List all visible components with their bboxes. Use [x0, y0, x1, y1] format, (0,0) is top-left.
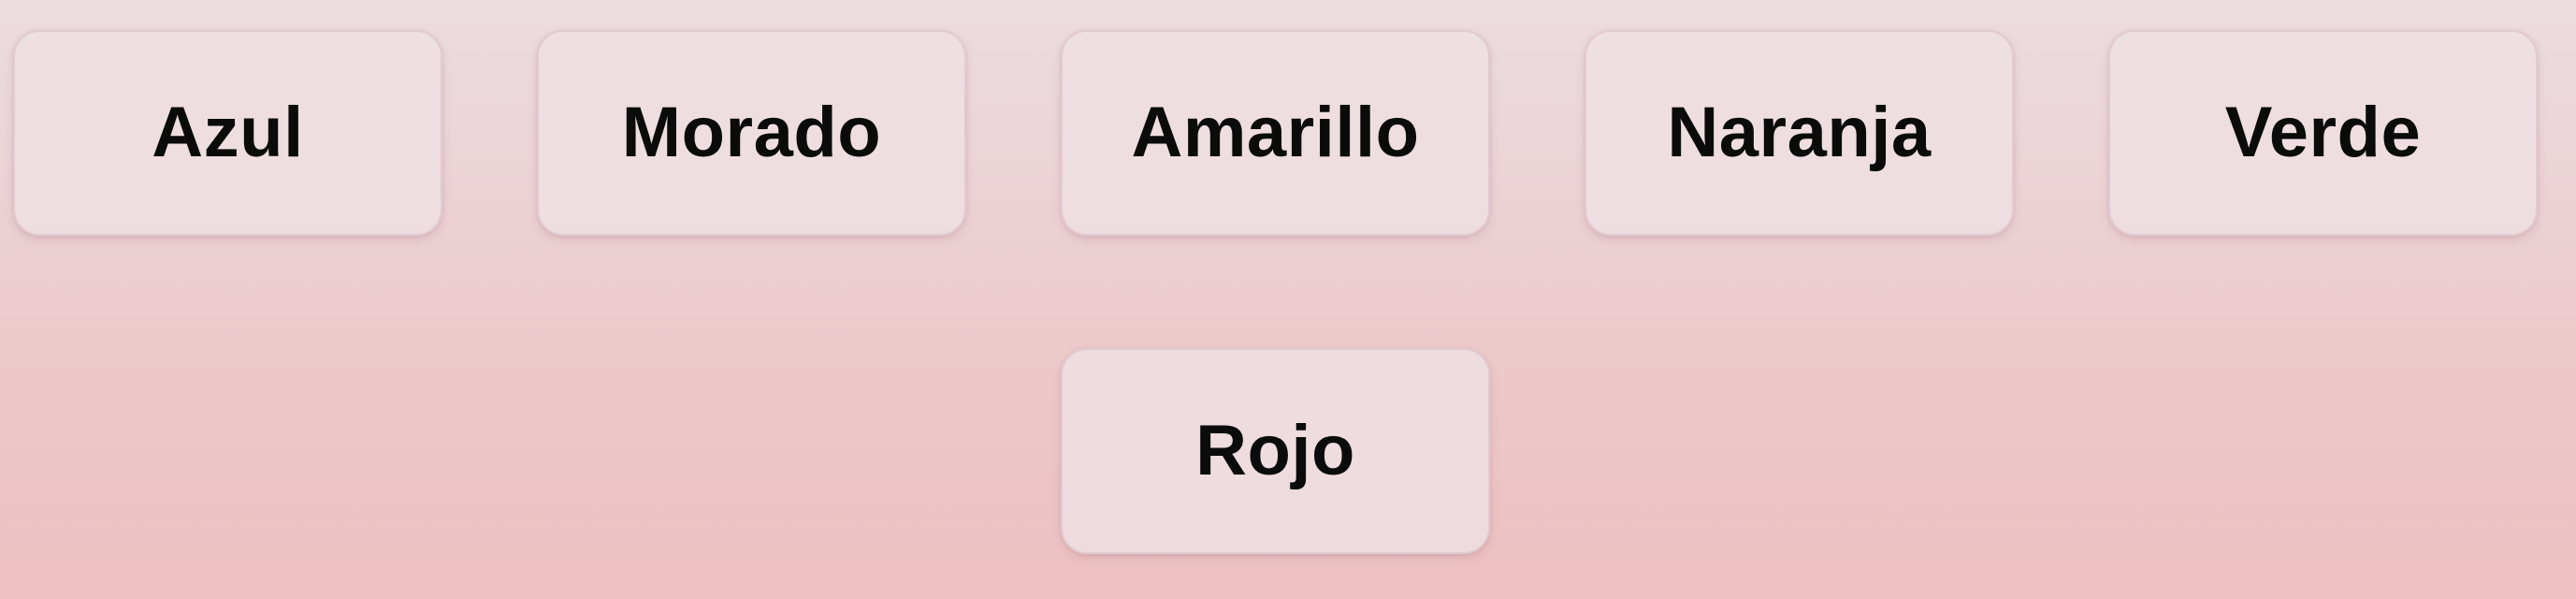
color-button-grid: Azul Morado Amarillo Naranja Verde Rojo [0, 0, 2576, 599]
color-button-amarillo[interactable]: Amarillo [1061, 30, 1490, 236]
color-button-label: Verde [2224, 93, 2422, 172]
color-button-verde[interactable]: Verde [2108, 30, 2538, 236]
color-button-azul[interactable]: Azul [13, 30, 442, 236]
color-button-rojo[interactable]: Rojo [1061, 348, 1490, 554]
color-button-label: Amarillo [1131, 93, 1420, 172]
color-button-label: Rojo [1195, 411, 1355, 490]
color-button-naranja[interactable]: Naranja [1585, 30, 2014, 236]
color-button-label: Morado [621, 93, 882, 172]
color-button-label: Azul [152, 93, 304, 172]
color-button-label: Naranja [1667, 93, 1932, 172]
color-button-morado[interactable]: Morado [537, 30, 966, 236]
